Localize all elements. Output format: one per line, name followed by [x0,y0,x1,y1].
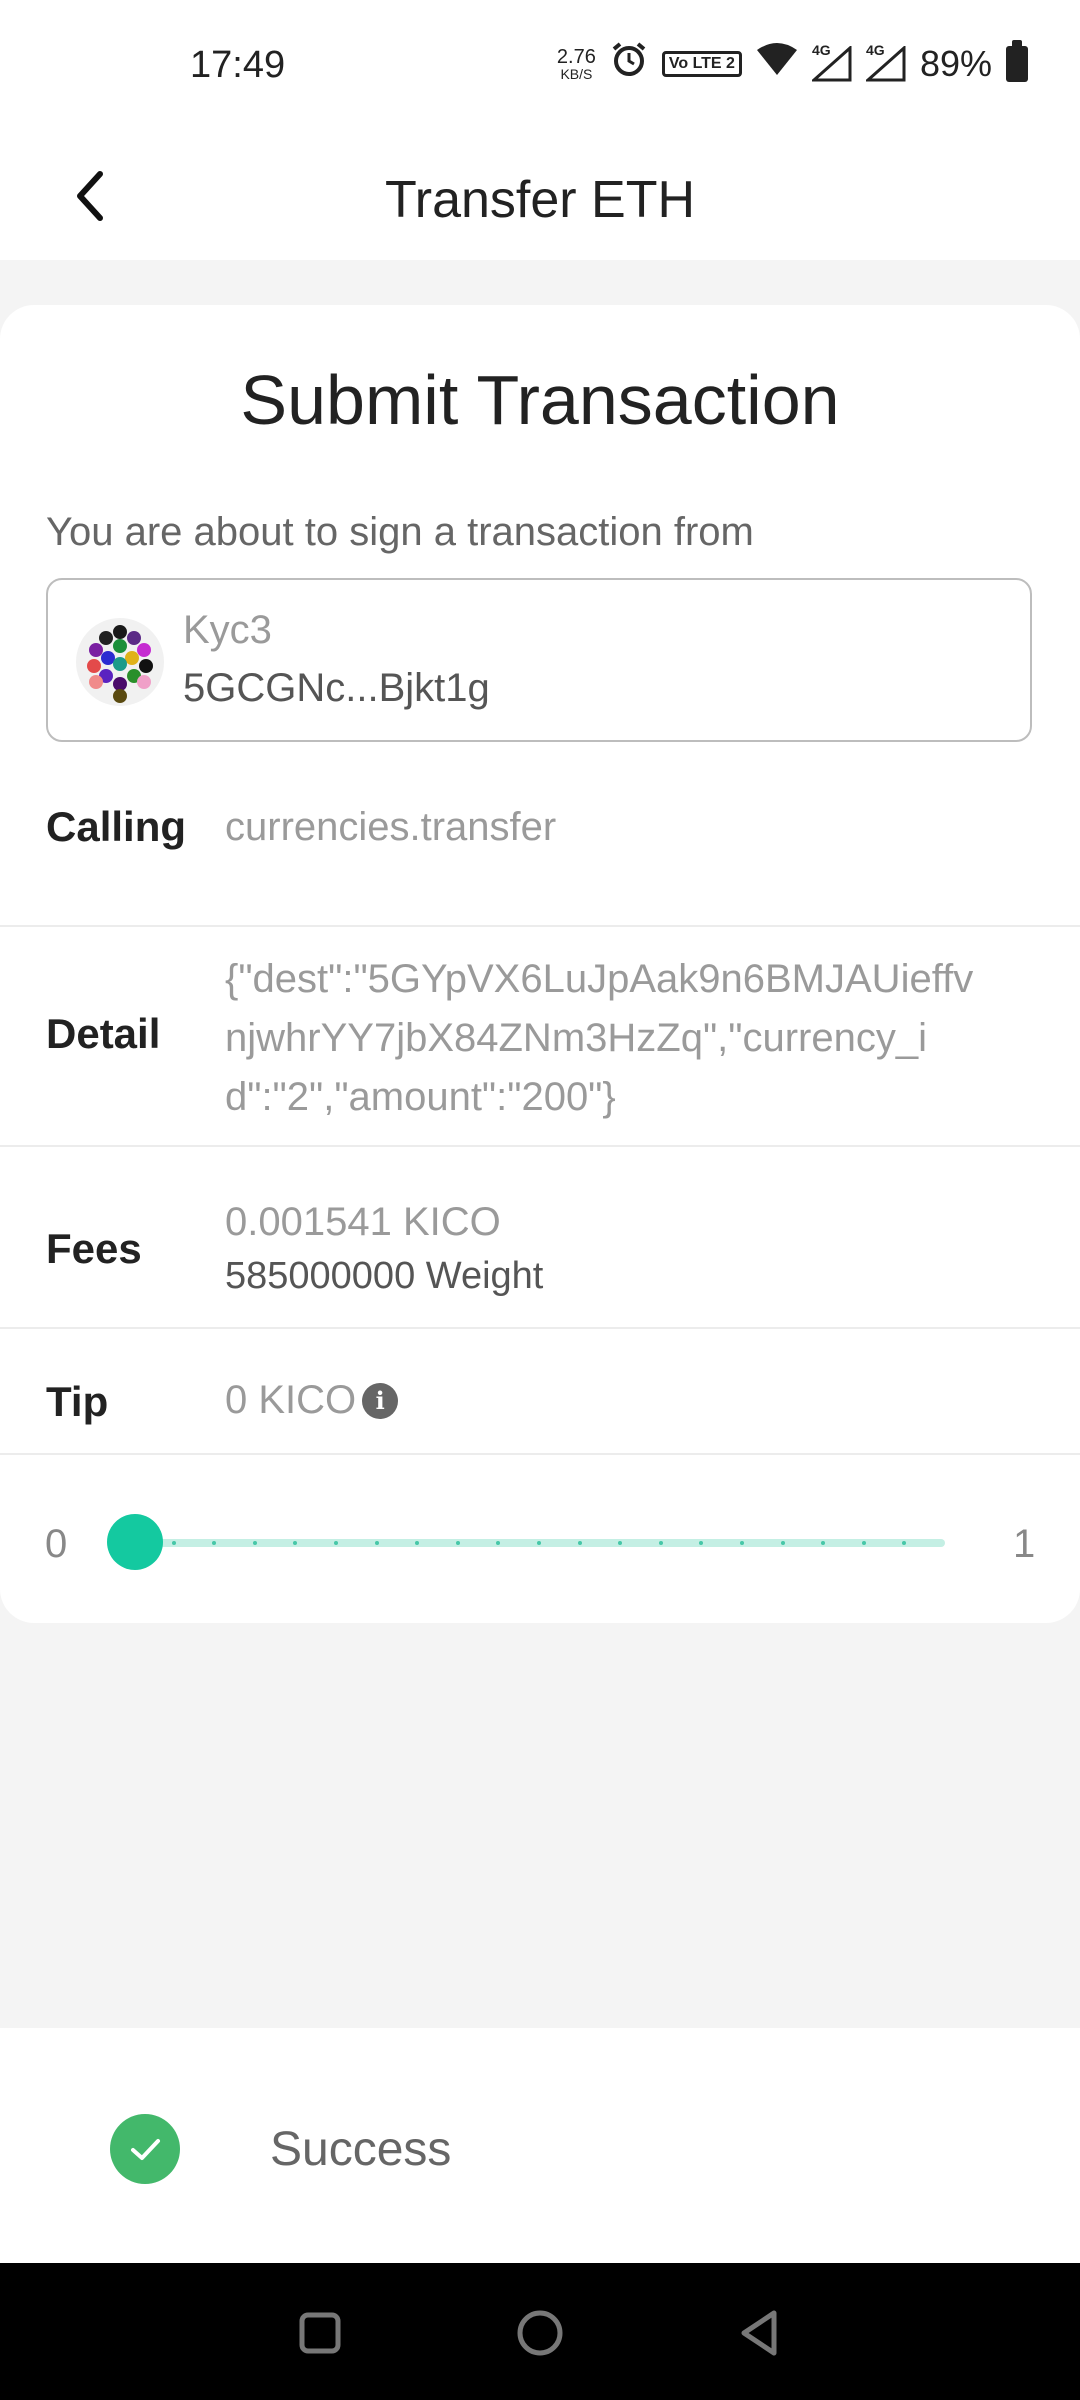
net-speed: 2.76 KB/S [557,47,596,81]
slider-tick [861,1541,866,1545]
slider-tick [171,1541,176,1545]
slider-tick [577,1541,582,1545]
check-circle-icon [110,2114,180,2184]
wifi-icon [756,42,798,85]
calling-value: currencies.transfer [225,805,557,849]
tip-value: 0 KICO [225,1378,357,1422]
page-title: Transfer ETH [384,171,696,229]
divider [0,925,1080,927]
sign-note: You are about to sign a transaction from [46,510,754,554]
result-text: Success [270,2123,452,2176]
app-header: Transfer ETH [0,130,1080,260]
transaction-card: Submit Transaction You are about to sign… [0,305,1080,1623]
slider-tick [780,1541,785,1545]
net-speed-unit: KB/S [560,65,593,82]
status-icons: 2.76 KB/S Vo LTE 2 4G 4G 89% [557,39,1028,87]
calling-label: Calling [46,803,187,850]
system-back-button[interactable] [720,2293,800,2373]
signal-icon: 4G [863,42,906,82]
volte-icon: Vo LTE 2 [661,50,742,77]
status-time: 17:49 [190,44,286,86]
account-address: 5GCGNc...Bjkt1g [183,666,490,710]
tip-value-row: 0 KICO i [225,1378,399,1423]
battery-percent: 89% [919,42,992,84]
slider-tick [293,1541,298,1545]
slider-tick [252,1541,257,1545]
divider [0,1327,1080,1329]
account-selector[interactable]: Kyc3 5GCGNc...Bjkt1g [46,578,1032,742]
slider-max-label: 1 [1013,1522,1036,1566]
slider-tick [699,1541,704,1545]
slider-tick [618,1541,623,1545]
network-type-1: 4G [811,41,831,58]
account-name: Kyc3 [183,608,272,652]
detail-value: {"dest":"5GYpVX6LuJpAak9n6BMJAUieffvnjwh… [225,957,974,1119]
status-bar: 17:49 2.76 KB/S Vo LTE 2 4G 4G 89% [0,0,1080,130]
slider-min-label: 0 [45,1522,68,1566]
slider-tick [455,1541,460,1545]
tip-label: Tip [46,1378,109,1425]
slider-tick [374,1541,379,1545]
fees-weight: 585000000 Weight [225,1255,544,1297]
slider-tick [537,1541,541,1545]
battery-icon [1006,39,1028,82]
slider-tick [740,1541,744,1545]
home-button[interactable] [500,2293,580,2373]
signal-icon: 4G [809,42,852,82]
recents-square-icon [299,2312,341,2354]
back-triangle-icon [741,2310,777,2356]
tip-slider-track[interactable] [133,1539,945,1547]
tip-slider-thumb[interactable] [107,1514,163,1570]
slider-tick [415,1541,420,1545]
system-nav-bar [0,2263,1080,2400]
net-speed-value: 2.76 [556,45,596,68]
slider-tick [334,1541,338,1545]
account-identicon [76,618,164,706]
detail-label: Detail [46,1010,161,1057]
slider-tick [658,1541,663,1545]
slider-tick [821,1541,826,1545]
recents-button[interactable] [280,2293,360,2373]
fees-label: Fees [46,1225,142,1272]
divider [0,1145,1080,1147]
alarm-icon [610,40,648,87]
slider-tick [496,1541,501,1545]
divider [0,1453,1080,1455]
network-type-2: 4G [865,41,885,58]
result-bar: Success [0,2028,1080,2263]
slider-tick [212,1541,217,1545]
fees-value: 0.001541 KICO [225,1200,501,1244]
info-icon[interactable]: i [362,1382,399,1419]
slider-tick [902,1541,907,1545]
card-title: Submit Transaction [240,361,840,439]
home-circle-icon [517,2310,563,2356]
